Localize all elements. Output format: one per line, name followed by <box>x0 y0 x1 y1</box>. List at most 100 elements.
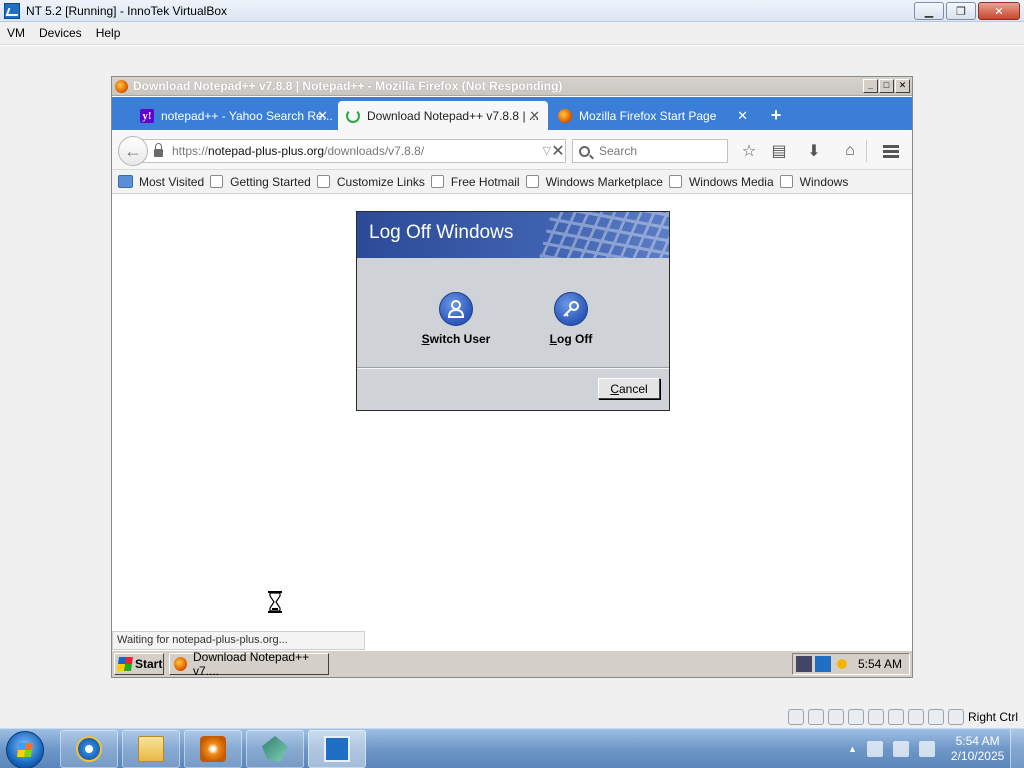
host-menubar: VM Devices Help <box>0 22 1024 45</box>
tab-close-icon[interactable]: ✕ <box>317 108 328 124</box>
network-icon[interactable] <box>796 656 812 672</box>
user-icon <box>439 292 473 326</box>
switch-user-button[interactable]: Switch User <box>411 292 501 346</box>
new-tab-plus-icon[interactable]: + <box>764 103 788 127</box>
bookmark-icon <box>668 175 682 188</box>
bookmark-windows-media[interactable]: Windows Media <box>668 175 774 189</box>
lock-icon <box>154 143 163 157</box>
log-off-dialog: Log Off Windows Switch User Log Off Canc… <box>356 211 670 411</box>
host-clock[interactable]: 5:54 AM 2/10/2025 <box>951 734 1004 764</box>
tab-label: notepad++ - Yahoo Search Re... <box>161 108 333 123</box>
keyboard-capture-icon[interactable] <box>948 709 964 725</box>
windows-logo-icon <box>117 657 133 671</box>
taskbar-virtualbox[interactable] <box>308 730 366 768</box>
show-hidden-icons-icon[interactable]: ▲ <box>848 744 857 754</box>
url-text: https://notepad-plus-plus.org/downloads/… <box>172 144 425 158</box>
bookmark-icon <box>779 175 793 188</box>
network-adapter-icon[interactable] <box>848 709 864 725</box>
firefox-window-title: Download Notepad++ v7.8.8 | Notepad++ - … <box>133 79 563 93</box>
guest-clock: 5:54 AM <box>858 657 903 671</box>
tab-download-notepad[interactable]: Download Notepad++ v7.8.8 | ... ✕ <box>338 101 548 130</box>
hourglass-cursor-icon <box>268 591 282 613</box>
menu-devices[interactable]: Devices <box>32 26 89 40</box>
host-statusbar: Right Ctrl <box>0 706 1024 728</box>
restore-button[interactable]: ❐ <box>946 2 976 20</box>
virtualbox-icon <box>324 736 350 762</box>
host-key-label: Right Ctrl <box>967 710 1018 724</box>
guest-start-button[interactable]: Start <box>114 653 164 675</box>
firefox-maximize-button[interactable]: □ <box>879 79 894 93</box>
bookmark-windows-marketplace[interactable]: Windows Marketplace <box>525 175 663 189</box>
vm-status-icons <box>788 709 964 725</box>
reading-list-icon[interactable]: ▤ <box>768 140 790 162</box>
virtualbox-icon <box>4 2 20 19</box>
menu-vm[interactable]: VM <box>0 26 32 40</box>
hard-disk-icon[interactable] <box>788 709 804 725</box>
mouse-integration-icon[interactable] <box>928 709 944 725</box>
log-off-button[interactable]: Log Off <box>526 292 616 346</box>
stop-icon[interactable]: ✕ <box>548 139 568 163</box>
firefox-window-controls: _ □ ✕ <box>863 79 910 93</box>
shared-folder-icon[interactable] <box>888 709 904 725</box>
loading-spinner-icon <box>346 108 360 123</box>
bookmark-customize-links[interactable]: Customize Links <box>316 175 425 189</box>
bookmark-star-icon[interactable]: ☆ <box>738 140 760 162</box>
host-system-tray: ▲ 5:54 AM 2/10/2025 <box>834 729 1024 768</box>
firefox-close-button[interactable]: ✕ <box>895 79 910 93</box>
dialog-header: Log Off Windows <box>357 212 669 258</box>
taskbar-dragon-app[interactable] <box>246 730 304 768</box>
start-orb-icon[interactable] <box>6 731 44 768</box>
cd-icon[interactable] <box>808 709 824 725</box>
tab-close-icon[interactable]: ✕ <box>737 108 748 124</box>
network-icon[interactable] <box>892 741 909 757</box>
guest-taskbar-firefox-item[interactable]: Download Notepad++ v7.... <box>169 650 329 677</box>
menu-hamburger-icon[interactable] <box>880 140 902 162</box>
search-input[interactable]: Search <box>572 139 728 163</box>
key-icon <box>554 292 588 326</box>
host-window-controls: ▁ ❐ ✕ <box>914 2 1020 20</box>
bookmark-icon <box>430 175 444 188</box>
bookmarks-toolbar: Most Visited Getting Started Customize L… <box>112 170 912 194</box>
home-icon[interactable]: ⌂ <box>839 140 861 162</box>
windows-flag-watermark <box>536 212 669 258</box>
log-off-label: Log Off <box>549 332 593 346</box>
bookmark-most-visited[interactable]: Most Visited <box>118 175 204 189</box>
bookmark-windows[interactable]: Windows <box>779 175 848 189</box>
search-icon <box>579 145 590 157</box>
usb-icon[interactable] <box>868 709 884 725</box>
bookmark-icon <box>525 175 539 188</box>
tab-firefox-start-page[interactable]: Mozilla Firefox Start Page ✕ <box>550 101 756 130</box>
downloads-icon[interactable]: ⬇ <box>803 140 825 162</box>
firefox-icon <box>115 79 128 93</box>
page-content: Log Off Windows Switch User Log Off Canc… <box>112 195 912 650</box>
guest-screen: Download Notepad++ v7.8.8 | Notepad++ - … <box>111 76 913 678</box>
virtualbox-tray-icon[interactable] <box>815 656 831 672</box>
search-key-icon[interactable] <box>834 656 850 672</box>
cancel-button[interactable]: Cancel <box>598 378 660 399</box>
taskbar-explorer[interactable] <box>122 730 180 768</box>
bookmark-getting-started[interactable]: Getting Started <box>210 175 311 189</box>
volume-muted-icon[interactable] <box>918 741 935 757</box>
minimize-button[interactable]: ▁ <box>914 2 944 20</box>
taskbar-media-player[interactable] <box>184 730 242 768</box>
close-button[interactable]: ✕ <box>978 2 1020 20</box>
folder-icon <box>138 736 164 762</box>
internet-explorer-icon <box>76 736 102 762</box>
yahoo-icon: y! <box>140 108 154 123</box>
url-bar[interactable]: https://notepad-plus-plus.org/downloads/… <box>142 139 566 163</box>
floppy-icon[interactable] <box>828 709 844 725</box>
bookmark-icon <box>316 175 330 188</box>
tab-yahoo-search[interactable]: y! notepad++ - Yahoo Search Re... ✕ <box>132 101 336 130</box>
taskbar-internet-explorer[interactable] <box>60 730 118 768</box>
dialog-divider <box>357 367 669 369</box>
show-desktop-button[interactable] <box>1010 729 1024 768</box>
display-icon[interactable] <box>908 709 924 725</box>
menu-help[interactable]: Help <box>89 26 128 40</box>
firefox-minimize-button[interactable]: _ <box>863 79 878 93</box>
switch-user-label: Switch User <box>421 332 491 346</box>
tab-close-icon[interactable]: ✕ <box>529 108 540 124</box>
bookmark-free-hotmail[interactable]: Free Hotmail <box>430 175 520 189</box>
action-center-flag-icon[interactable] <box>866 741 883 757</box>
dialog-title: Log Off Windows <box>369 222 514 243</box>
back-button[interactable]: ← <box>118 136 148 166</box>
